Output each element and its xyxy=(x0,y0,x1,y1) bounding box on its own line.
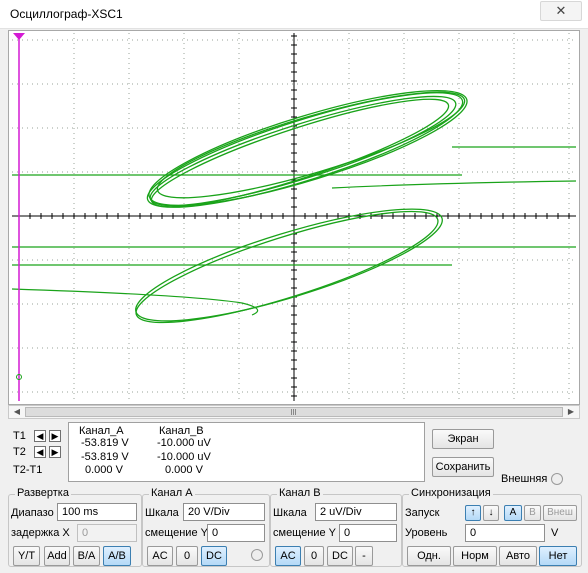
scope-plot xyxy=(12,33,576,401)
channel-b-coupling-button-2[interactable]: DC xyxy=(327,546,353,566)
channel-b-coupling-button-0[interactable]: AC xyxy=(275,546,301,566)
tail-trace xyxy=(12,288,259,316)
trigger-mode-button-3[interactable]: Нет xyxy=(539,546,577,566)
channel-b-group: Канал B Шкала 2 uV/Div смещение Y 0 AC 0 D… xyxy=(270,487,402,567)
t2t1-channel-b-value: 0.000 V xyxy=(165,464,203,476)
channel-a-indicator[interactable] xyxy=(251,549,263,561)
timebase-mode-button-1[interactable]: Add xyxy=(44,546,70,566)
channel-a-scale-label: Шкала xyxy=(145,507,179,519)
t1-channel-a-value: -53.819 V xyxy=(81,437,129,449)
t1-channel-b-value: -10.000 uV xyxy=(157,437,211,449)
trigger-mode-button-0[interactable]: Одн. xyxy=(407,546,451,566)
channel-b-offset-label: смещение Y xyxy=(273,527,336,539)
t2t1-channel-a-value: 0.000 V xyxy=(85,464,123,476)
trigger-edge-label: Запуск xyxy=(405,507,440,519)
channel-a-coupling-button-0[interactable]: AC xyxy=(147,546,173,566)
trigger-mode-button-1[interactable]: Норм xyxy=(453,546,497,566)
t2-channel-b-value: -10.000 uV xyxy=(157,451,211,463)
rising-edge-icon[interactable]: ↑ xyxy=(465,505,481,521)
t2-channel-a-value: -53.819 V xyxy=(81,451,129,463)
window-title: Осциллограф-XSC1 xyxy=(10,7,123,21)
grip-icon xyxy=(291,409,297,415)
center-axes xyxy=(12,33,576,401)
channel-b-coupling-button-1[interactable]: 0 xyxy=(304,546,324,566)
channel-b-scale-label: Шкала xyxy=(273,507,307,519)
oscilloscope-screen[interactable] xyxy=(12,33,576,401)
channel-b-scale-field[interactable]: 2 uV/Div xyxy=(315,503,397,521)
timebase-mode-button-3[interactable]: A/B xyxy=(103,546,131,566)
trigger-group: Синхронизация Запуск ↑ ↓ A B Внеш Уровень … xyxy=(402,487,582,567)
t2-label: T2 xyxy=(13,446,26,458)
scroll-thumb[interactable] xyxy=(25,407,563,417)
trigger-source-button-2[interactable]: Внеш xyxy=(543,505,577,521)
trigger-source-button-0[interactable]: A xyxy=(504,505,522,521)
channel-a-coupling-button-1[interactable]: 0 xyxy=(176,546,198,566)
range-label: Диапазо xyxy=(11,507,54,519)
upper-loop-trace xyxy=(150,98,450,208)
falling-edge-icon[interactable]: ↓ xyxy=(483,505,499,521)
trigger-level-field[interactable]: 0 xyxy=(465,524,545,542)
x-delay-field[interactable]: 0 xyxy=(77,524,137,542)
tail-trace xyxy=(331,180,576,189)
trigger-level-unit: V xyxy=(551,527,559,539)
channel-b-legend: Канал B xyxy=(277,487,323,499)
trigger-level-label: Уровень xyxy=(405,527,448,539)
channel-b-header: Канал_B xyxy=(159,425,204,437)
external-radio[interactable] xyxy=(551,473,563,485)
timebase-mode-button-2[interactable]: B/A xyxy=(73,546,100,566)
x-delay-label: задержка X xyxy=(11,527,70,539)
channel-a-legend: Канал A xyxy=(149,487,195,499)
t2t1-label: T2-T1 xyxy=(13,464,43,476)
save-button[interactable]: Сохранить xyxy=(432,457,494,477)
channel-a-coupling-button-2[interactable]: DC xyxy=(201,546,227,566)
timebase-mode-button-0[interactable]: Y/T xyxy=(13,546,40,566)
trigger-legend: Синхронизация xyxy=(409,487,493,499)
upper-loop-trace xyxy=(156,91,466,199)
cursor-panel: T1 T2 T2-T1 ◀ ▶ ◀ ▶ Канал_A Канал_B -53.… xyxy=(8,422,425,484)
channel-b-coupling-button-3[interactable]: - xyxy=(355,546,373,566)
channel-b-offset-field[interactable]: 0 xyxy=(339,524,397,542)
cursor-flag-icon xyxy=(13,33,25,40)
range-field[interactable]: 100 ms xyxy=(57,503,137,521)
scroll-left-icon[interactable]: ◀ xyxy=(10,406,24,418)
horizontal-scrollbar[interactable]: ◀ ▶ xyxy=(8,405,580,419)
cursor-readout: Канал_A Канал_B -53.819 V -10.000 uV -53… xyxy=(68,422,425,482)
t1-label: T1 xyxy=(13,430,26,442)
t1-left-button[interactable]: ◀ xyxy=(34,430,46,442)
timebase-group: Развертка Диапазо 100 ms задержка X 0 Y/… xyxy=(8,487,142,567)
trigger-source-button-1[interactable]: B xyxy=(524,505,541,521)
channel-a-offset-field[interactable]: 0 xyxy=(207,524,265,542)
trigger-mode-button-2[interactable]: Авто xyxy=(499,546,537,566)
t2-left-button[interactable]: ◀ xyxy=(34,446,46,458)
title-bar: Осциллограф-XSC1 ✕ xyxy=(0,0,588,29)
channel-a-header: Канал_A xyxy=(79,425,124,437)
channel-a-scale-field[interactable]: 20 V/Div xyxy=(183,503,265,521)
t2-right-button[interactable]: ▶ xyxy=(49,446,61,458)
cursor-t1[interactable] xyxy=(13,33,25,401)
channel-a-group: Канал A Шкала 20 V/Div смещение Y 0 AC 0 D… xyxy=(142,487,270,567)
screen-button[interactable]: Экран xyxy=(432,429,494,449)
close-button[interactable]: ✕ xyxy=(540,1,582,21)
upper-loop-trace xyxy=(149,95,457,207)
channel-a-offset-label: смещение Y xyxy=(145,527,208,539)
external-label: Внешняя xyxy=(501,473,548,485)
t1-right-button[interactable]: ▶ xyxy=(49,430,61,442)
scroll-right-icon[interactable]: ▶ xyxy=(564,406,578,418)
timebase-legend: Развертка xyxy=(15,487,71,499)
